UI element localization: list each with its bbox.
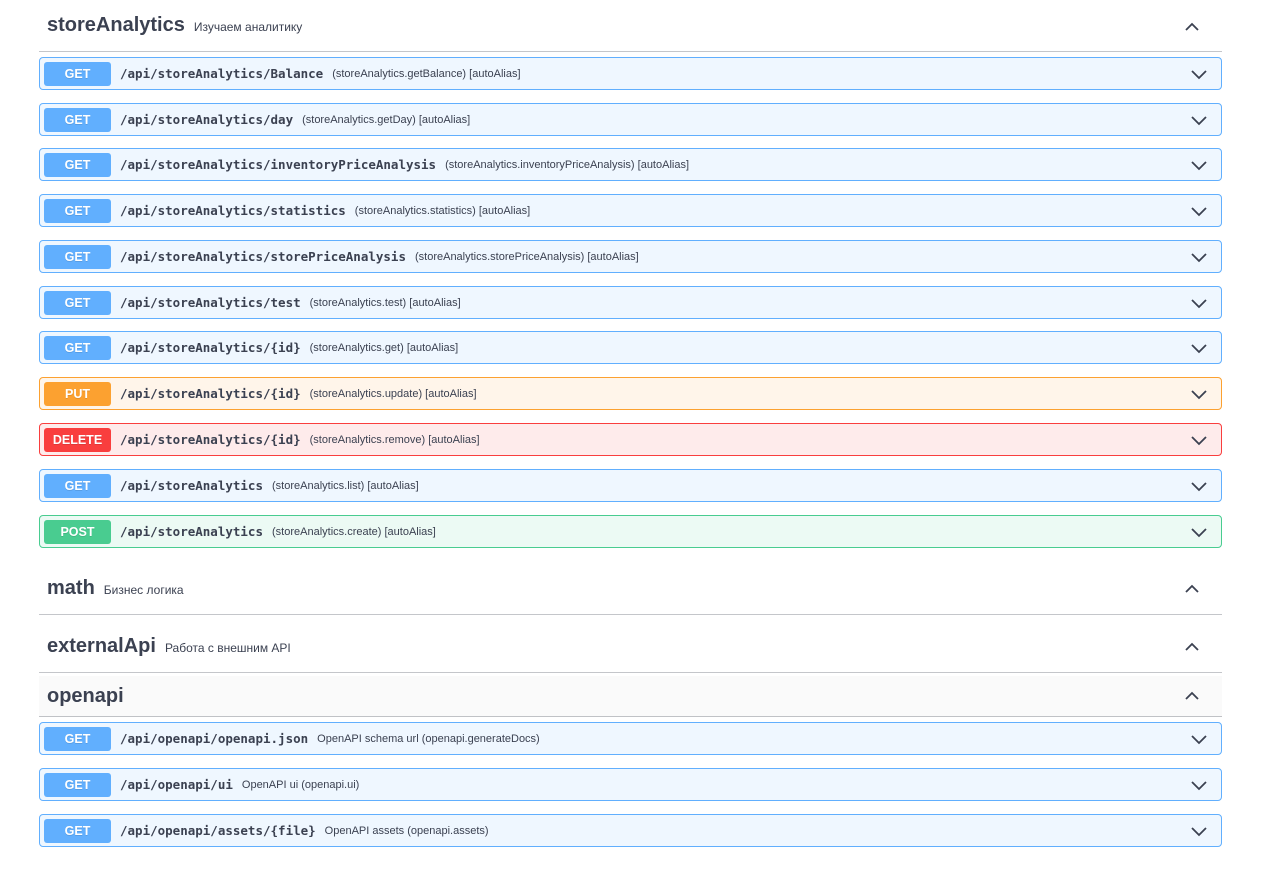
method-badge: PUT — [44, 381, 111, 406]
operation-summary: (storeAnalytics.statistics) [autoAlias] — [354, 204, 531, 217]
chevron-up-icon[interactable] — [1184, 688, 1200, 704]
method-badge: GET — [44, 152, 111, 177]
operation-row[interactable]: GET /api/storeAnalytics/day (storeAnalyt… — [39, 103, 1222, 136]
operation-summary: (storeAnalytics.inventoryPriceAnalysis) … — [445, 158, 690, 171]
operation-path: /api/storeAnalytics/test — [120, 295, 301, 310]
method-badge: GET — [44, 290, 111, 315]
operation-summary: OpenAPI assets (openapi.assets) — [324, 824, 489, 837]
operation-path: /api/storeAnalytics/inventoryPriceAnalys… — [120, 157, 437, 172]
section-header-math[interactable]: math Бизнес логика — [39, 563, 1222, 615]
section-title: storeAnalytics — [47, 14, 185, 36]
method-badge: GET — [44, 198, 111, 223]
operation-path: /api/openapi/ui — [120, 777, 233, 792]
chevron-down-icon[interactable] — [1191, 432, 1207, 448]
chevron-down-icon[interactable] — [1191, 295, 1207, 311]
method-badge: GET — [44, 107, 111, 132]
operation-summary: (storeAnalytics.remove) [autoAlias] — [309, 433, 480, 446]
swagger-ui: storeAnalytics Изучаем аналитику GET /ap… — [0, 0, 1280, 872]
operation-row[interactable]: DELETE /api/storeAnalytics/{id} (storeAn… — [39, 423, 1222, 456]
section-title: math — [47, 577, 95, 599]
chevron-down-icon[interactable] — [1191, 112, 1207, 128]
operation-summary: (storeAnalytics.update) [autoAlias] — [309, 387, 477, 400]
operation-row[interactable]: PUT /api/storeAnalytics/{id} (storeAnaly… — [39, 377, 1222, 410]
operation-summary: (storeAnalytics.getBalance) [autoAlias] — [332, 67, 521, 80]
operation-path: /api/storeAnalytics/day — [120, 112, 294, 127]
chevron-down-icon[interactable] — [1191, 157, 1207, 173]
method-badge: GET — [44, 244, 111, 269]
chevron-down-icon[interactable] — [1191, 777, 1207, 793]
operation-row[interactable]: GET /api/storeAnalytics/Balance (storeAn… — [39, 57, 1222, 90]
chevron-down-icon[interactable] — [1191, 386, 1207, 402]
chevron-down-icon[interactable] — [1191, 249, 1207, 265]
section-header-storeAnalytics[interactable]: storeAnalytics Изучаем аналитику — [39, 0, 1222, 52]
operation-row[interactable]: GET /api/storeAnalytics/test (storeAnaly… — [39, 286, 1222, 319]
section-header-externalApi[interactable]: externalApi Работа с внешним API — [39, 621, 1222, 673]
operation-summary: (storeAnalytics.storePriceAnalysis) [aut… — [414, 250, 639, 263]
chevron-down-icon[interactable] — [1191, 478, 1207, 494]
operation-summary: (storeAnalytics.create) [autoAlias] — [272, 525, 436, 538]
operation-row[interactable]: POST /api/storeAnalytics (storeAnalytics… — [39, 515, 1222, 548]
method-badge: GET — [44, 818, 111, 843]
operation-path: /api/storeAnalytics/{id} — [120, 432, 301, 447]
operation-summary: OpenAPI ui (openapi.ui) — [241, 778, 360, 791]
section-title: openapi — [47, 684, 124, 707]
section-header-openapi[interactable]: openapi — [39, 676, 1222, 717]
chevron-down-icon[interactable] — [1191, 731, 1207, 747]
operation-path: /api/storeAnalytics/statistics — [120, 203, 346, 218]
section-title: externalApi — [47, 635, 156, 657]
operation-row[interactable]: GET /api/openapi/openapi.json OpenAPI sc… — [39, 722, 1222, 755]
method-badge: GET — [44, 61, 111, 86]
operation-row[interactable]: GET /api/openapi/ui OpenAPI ui (openapi.… — [39, 768, 1222, 801]
method-badge: GET — [44, 772, 111, 797]
chevron-up-icon[interactable] — [1184, 581, 1200, 597]
operation-summary: (storeAnalytics.getDay) [autoAlias] — [302, 113, 471, 126]
method-badge: GET — [44, 473, 111, 498]
operation-summary: (storeAnalytics.list) [autoAlias] — [272, 479, 419, 492]
operation-row[interactable]: GET /api/storeAnalytics (storeAnalytics.… — [39, 469, 1222, 502]
method-badge: GET — [44, 335, 111, 360]
operation-row[interactable]: GET /api/openapi/assets/{file} OpenAPI a… — [39, 814, 1222, 847]
operation-row[interactable]: GET /api/storeAnalytics/statistics (stor… — [39, 194, 1222, 227]
operation-path: /api/storeAnalytics/{id} — [120, 386, 301, 401]
chevron-down-icon[interactable] — [1191, 340, 1207, 356]
section-description: Работа с внешним API — [164, 640, 291, 655]
chevron-up-icon[interactable] — [1184, 19, 1200, 35]
operation-path: /api/storeAnalytics — [120, 478, 263, 493]
operation-path: /api/storeAnalytics/Balance — [120, 66, 324, 81]
method-badge: DELETE — [44, 427, 111, 452]
operation-row[interactable]: GET /api/storeAnalytics/{id} (storeAnaly… — [39, 331, 1222, 364]
operation-path: /api/storeAnalytics/storePriceAnalysis — [120, 249, 406, 264]
operation-row[interactable]: GET /api/storeAnalytics/inventoryPriceAn… — [39, 148, 1222, 181]
operation-summary: (storeAnalytics.test) [autoAlias] — [309, 296, 461, 309]
operation-summary: (storeAnalytics.get) [autoAlias] — [309, 341, 459, 354]
operation-summary: OpenAPI schema url (openapi.generateDocs… — [317, 732, 540, 745]
method-badge: GET — [44, 726, 111, 751]
operation-path: /api/openapi/assets/{file} — [120, 823, 316, 838]
chevron-down-icon[interactable] — [1191, 823, 1207, 839]
chevron-down-icon[interactable] — [1191, 203, 1207, 219]
operation-path: /api/openapi/openapi.json — [120, 731, 309, 746]
section-description: Бизнес логика — [103, 582, 184, 597]
operation-row[interactable]: GET /api/storeAnalytics/storePriceAnalys… — [39, 240, 1222, 273]
chevron-down-icon[interactable] — [1191, 524, 1207, 540]
chevron-down-icon[interactable] — [1191, 66, 1207, 82]
operation-path: /api/storeAnalytics — [120, 524, 263, 539]
method-badge: POST — [44, 519, 111, 544]
section-description: Изучаем аналитику — [193, 19, 303, 34]
chevron-up-icon[interactable] — [1184, 639, 1200, 655]
operation-path: /api/storeAnalytics/{id} — [120, 340, 301, 355]
